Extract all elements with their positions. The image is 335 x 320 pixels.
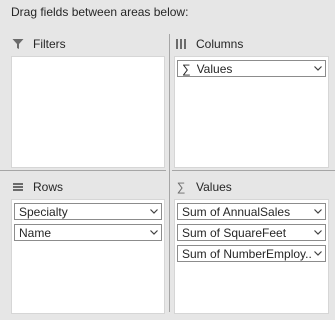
instruction-text: Drag fields between areas below: xyxy=(11,5,189,19)
filters-header: Filters xyxy=(11,34,66,54)
rows-header: Rows xyxy=(11,177,63,197)
columns-header: Columns xyxy=(174,34,243,54)
rows-label: Rows xyxy=(33,180,64,194)
filters-drop-zone[interactable] xyxy=(11,56,165,168)
columns-field-values[interactable]: ∑ Values xyxy=(177,60,326,77)
field-label: Sum of SquareFeet xyxy=(182,225,287,240)
rows-field-specialty[interactable]: Specialty xyxy=(14,203,162,220)
chevron-down-icon[interactable] xyxy=(147,205,161,219)
columns-icon xyxy=(174,37,188,51)
pivot-field-areas: Drag fields between areas below: Filters… xyxy=(0,0,335,320)
columns-drop-zone[interactable]: ∑ Values xyxy=(174,56,329,168)
horizontal-divider-right xyxy=(172,170,335,171)
values-header: ∑ Values xyxy=(174,177,232,197)
field-label: Name xyxy=(19,225,52,240)
values-field-annualsales[interactable]: Sum of AnnualSales xyxy=(177,203,326,220)
chevron-down-icon[interactable] xyxy=(311,62,325,76)
rows-drop-zone[interactable]: Specialty Name xyxy=(11,199,165,314)
field-label: Specialty xyxy=(19,204,68,219)
vertical-divider xyxy=(169,34,170,312)
values-area: ∑ Values Sum of AnnualSales Sum of Squar… xyxy=(174,177,329,314)
chevron-down-icon[interactable] xyxy=(311,247,325,261)
field-label: Sum of NumberEmploy... xyxy=(182,246,311,261)
field-label: Sum of AnnualSales xyxy=(182,204,291,219)
sigma-icon: ∑ xyxy=(182,61,191,76)
values-label: Values xyxy=(196,180,232,194)
values-drop-zone[interactable]: Sum of AnnualSales Sum of SquareFeet Sum… xyxy=(174,199,329,314)
filter-icon xyxy=(11,37,25,51)
chevron-down-icon[interactable] xyxy=(311,205,325,219)
horizontal-divider-left xyxy=(0,170,166,171)
chevron-down-icon[interactable] xyxy=(311,226,325,240)
columns-label: Columns xyxy=(196,37,244,51)
rows-icon xyxy=(11,180,25,194)
sigma-icon: ∑ xyxy=(176,180,186,194)
filters-area: Filters xyxy=(11,34,165,168)
field-label: Values xyxy=(196,61,233,76)
filters-label: Filters xyxy=(33,37,66,51)
rows-field-name[interactable]: Name xyxy=(14,224,162,241)
columns-area: Columns ∑ Values xyxy=(174,34,329,168)
rows-area: Rows Specialty Name xyxy=(11,177,165,314)
values-field-numberemployees[interactable]: Sum of NumberEmploy... xyxy=(177,245,326,262)
values-field-squarefeet[interactable]: Sum of SquareFeet xyxy=(177,224,326,241)
chevron-down-icon[interactable] xyxy=(147,226,161,240)
